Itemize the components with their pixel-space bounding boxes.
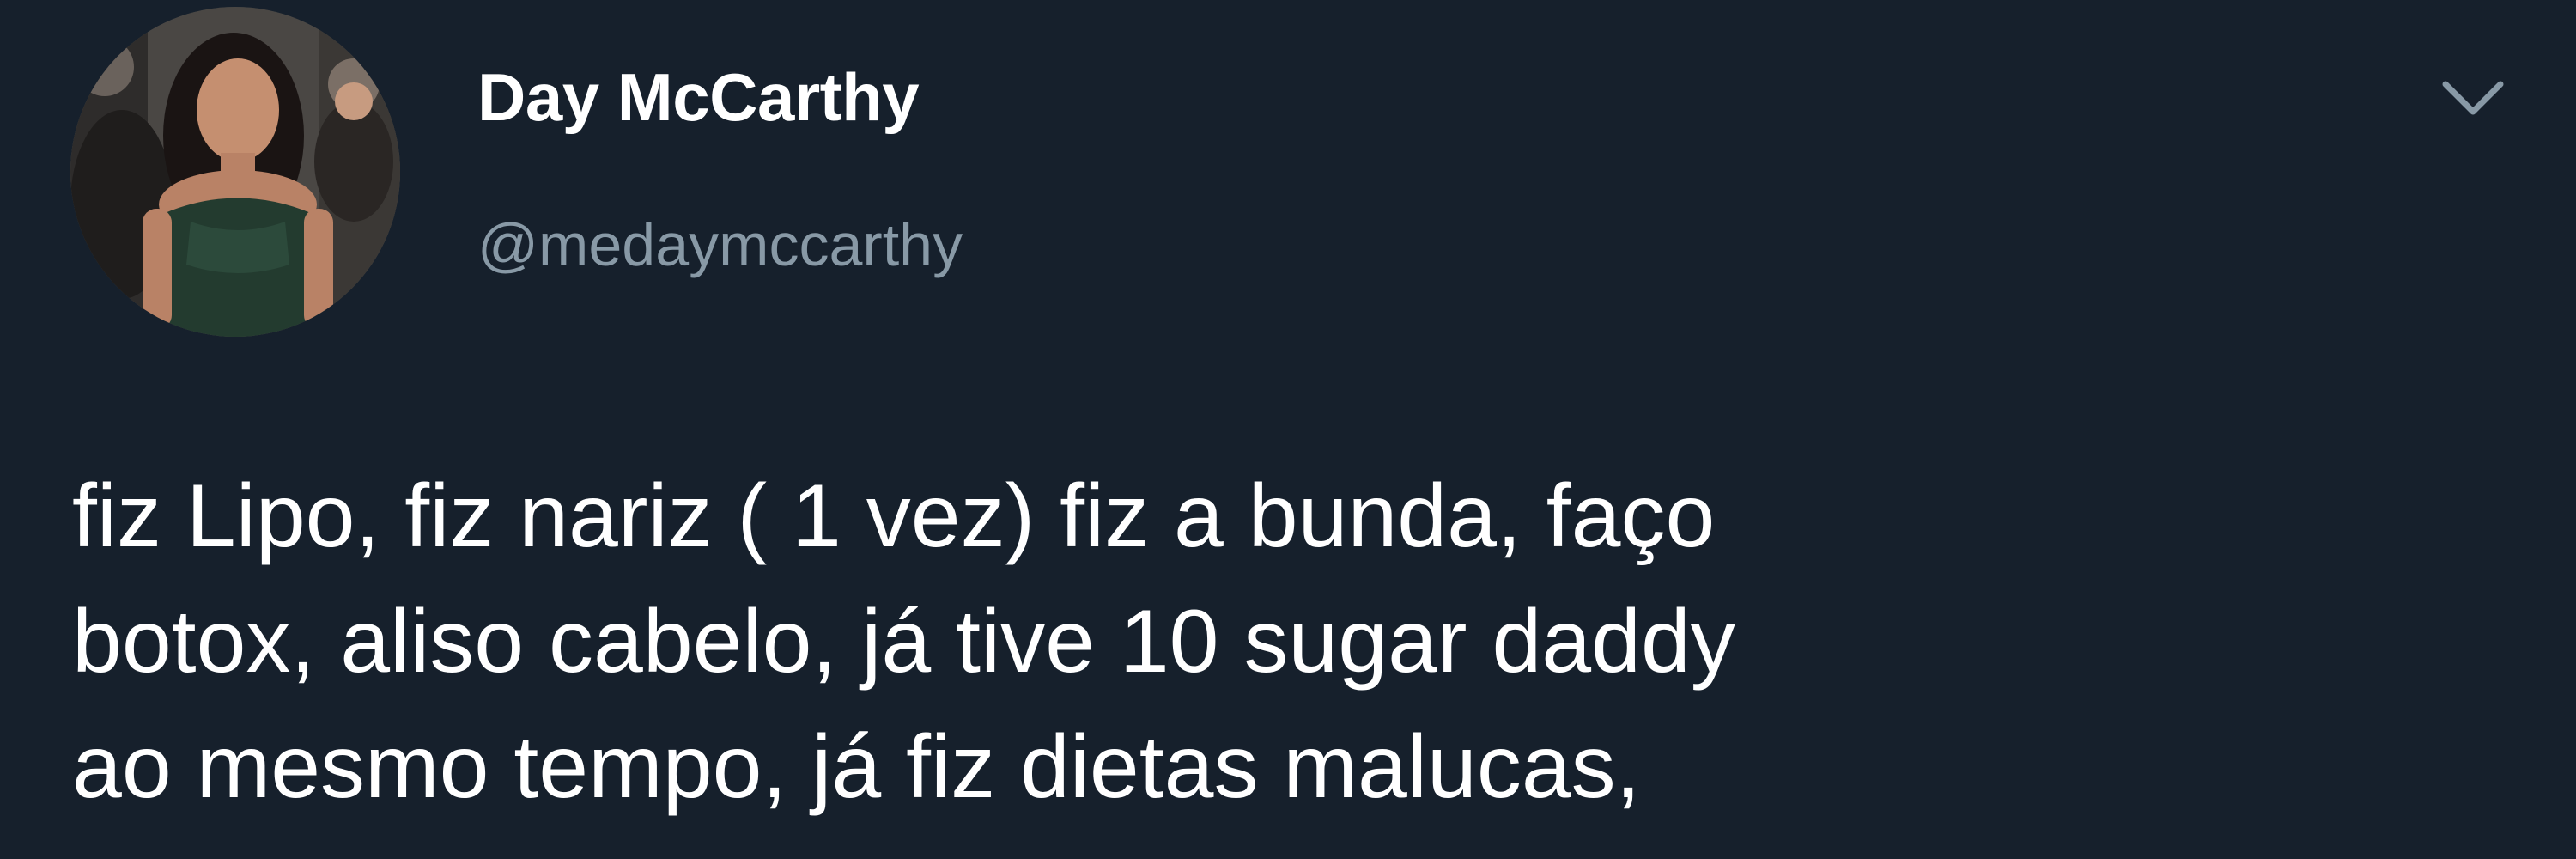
tweet-text-line: fiz Lipo, fiz nariz ( 1 vez) fiz a bunda… [72,466,1716,566]
tweet-text-line: botox, aliso cabelo, já tive 10 sugar da… [72,592,1735,691]
tweet-text-line: ao mesmo tempo, já fiz dietas malucas, [72,717,1641,817]
author-handle[interactable]: @medaymccarthy [477,215,963,275]
avatar-photo [70,7,400,337]
tweet-text: fiz Lipo, fiz nariz ( 1 vez) fiz a bunda… [72,454,2476,830]
tweet-card: Day McCarthy @medaymccarthy fiz Lipo, fi… [0,0,2576,859]
chevron-down-icon[interactable] [2440,76,2506,120]
author-display-name[interactable]: Day McCarthy [477,64,920,131]
avatar[interactable] [70,7,400,337]
